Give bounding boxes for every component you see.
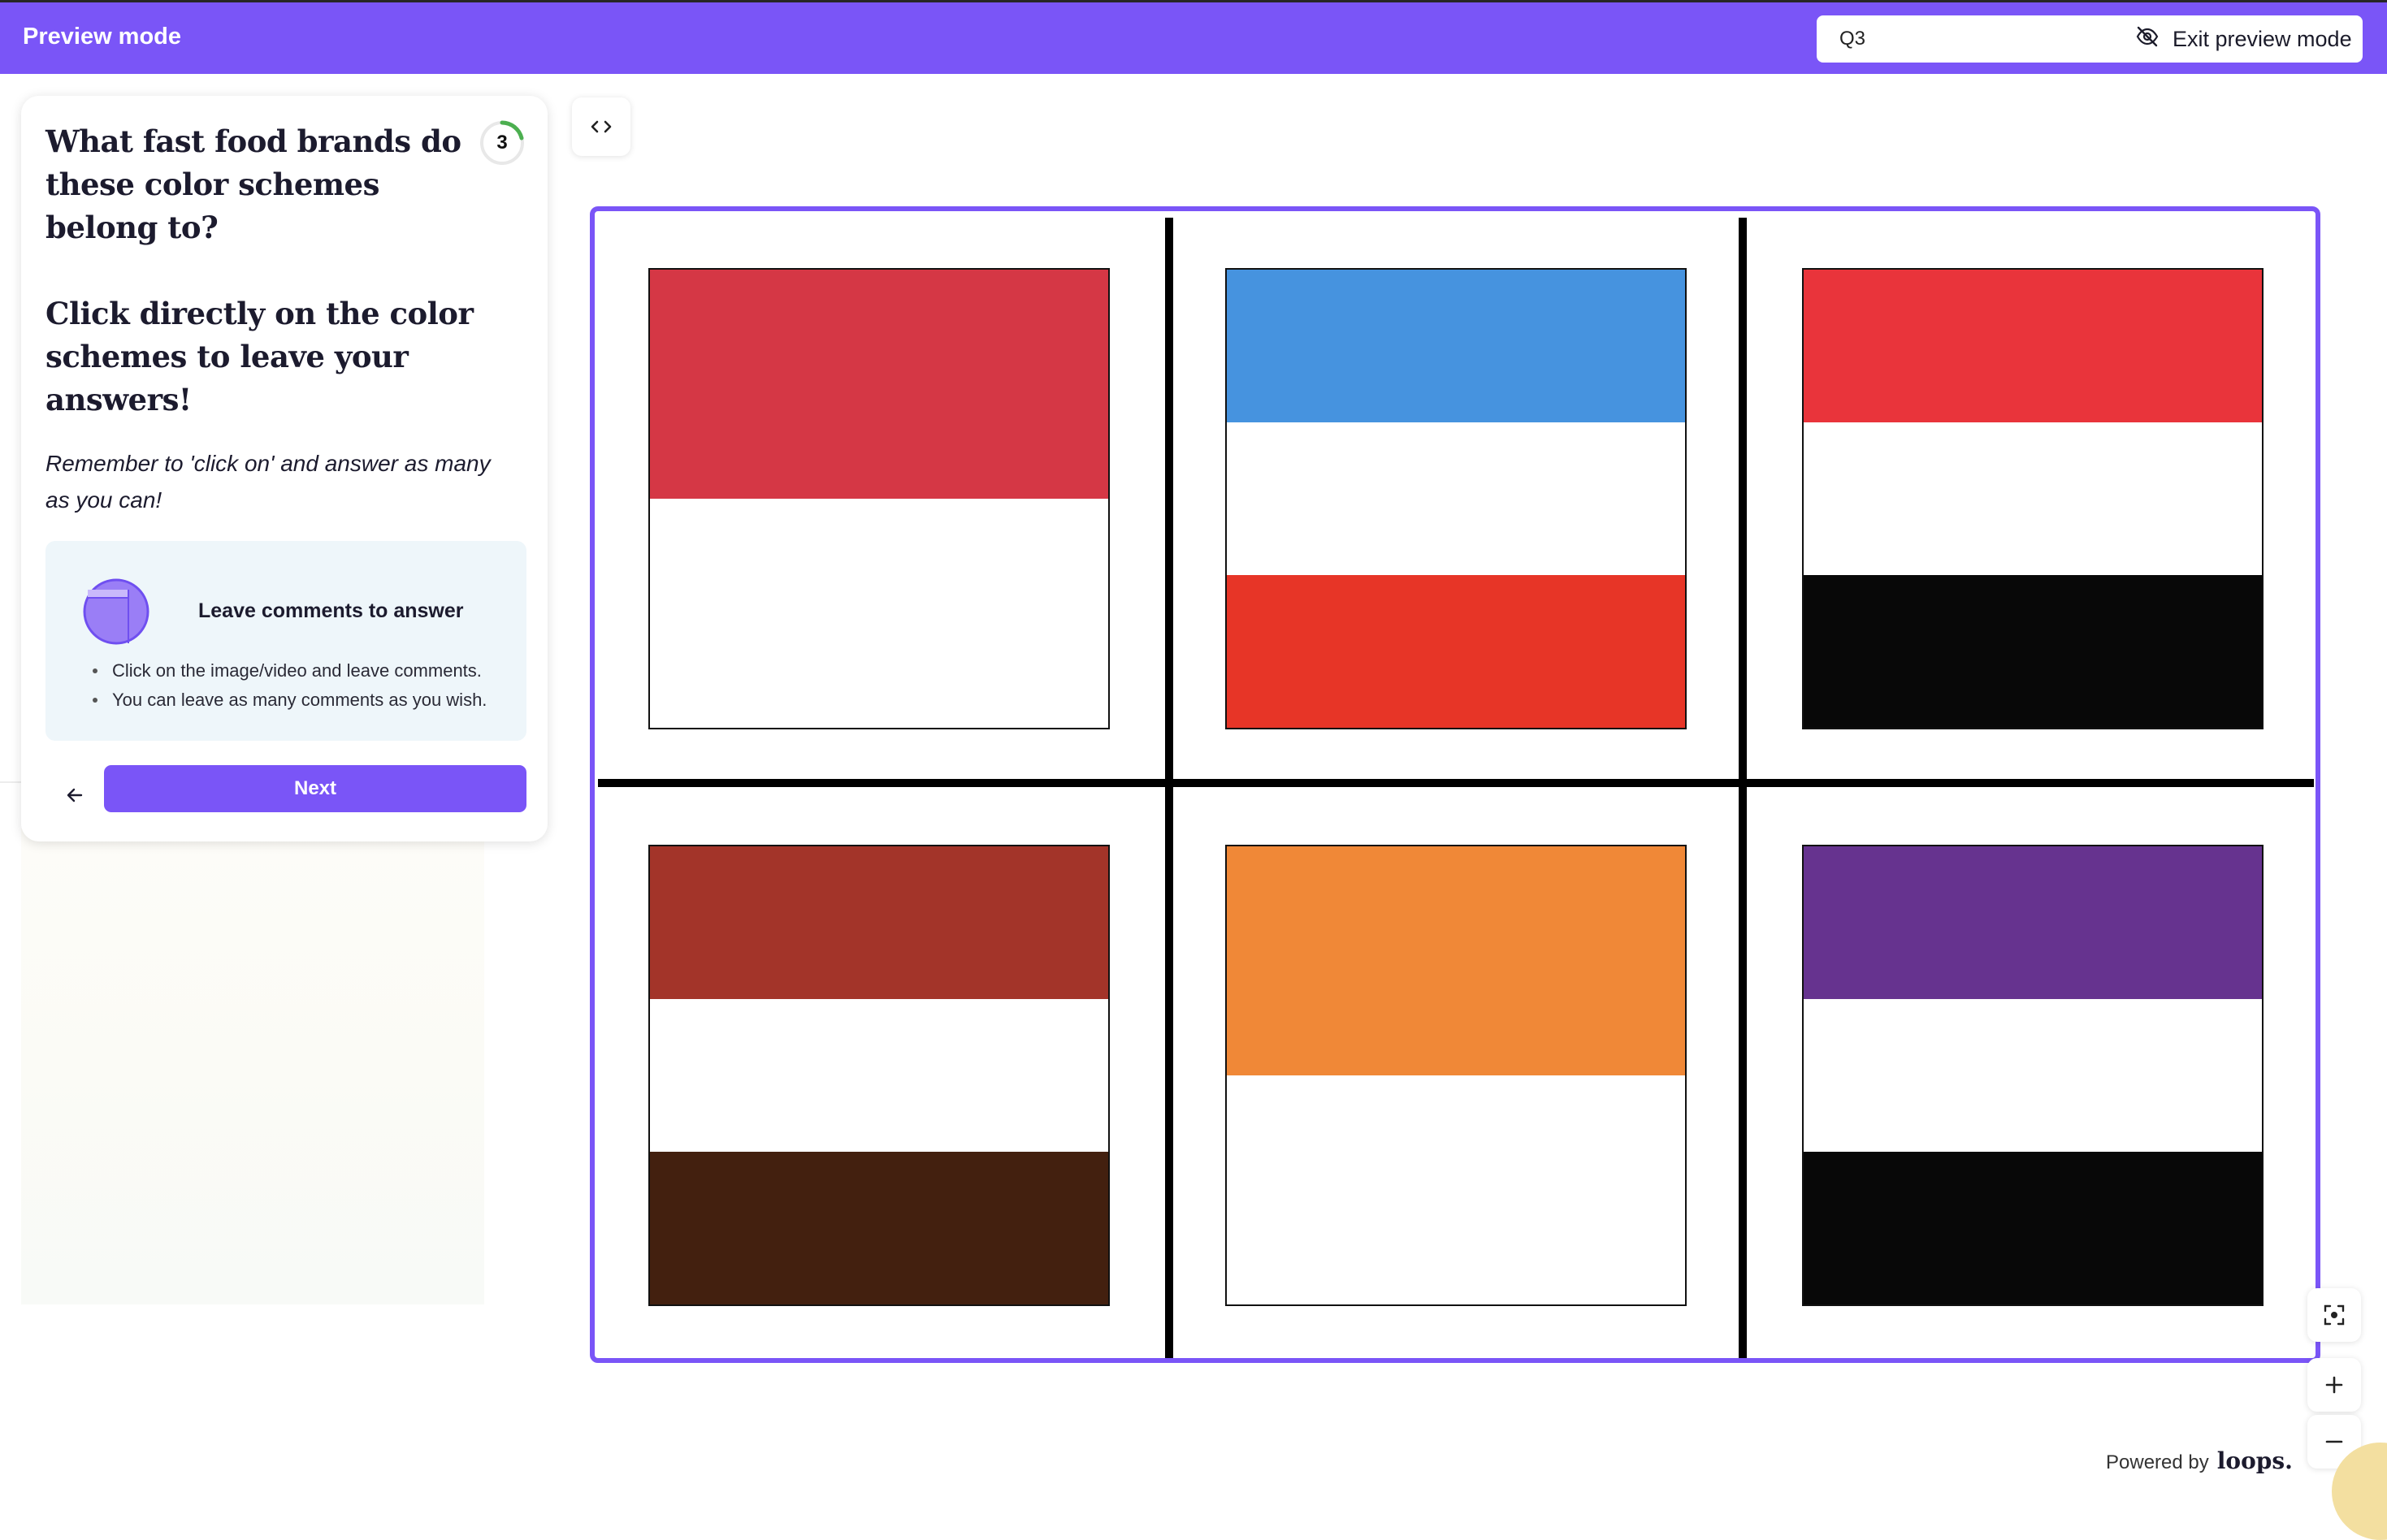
color-scheme[interactable]	[1225, 268, 1687, 729]
eye-off-icon	[2135, 24, 2160, 54]
question-select-value: Q3	[1839, 28, 1866, 50]
question-instructions: Click directly on the color schemes to l…	[45, 296, 474, 417]
focus-icon	[2324, 1304, 2345, 1326]
color-band	[1804, 1152, 2262, 1304]
next-button[interactable]: Next	[104, 765, 526, 812]
color-band	[1227, 270, 1685, 422]
color-band	[650, 499, 1108, 728]
powered-by-label: Powered by	[2106, 1451, 2209, 1473]
divider	[0, 781, 21, 783]
color-band	[1227, 846, 1685, 1075]
plus-icon	[2325, 1376, 2343, 1394]
color-band	[650, 270, 1108, 499]
color-scheme[interactable]	[1802, 268, 2264, 729]
hint-list: Click on the image/video and leave comme…	[93, 656, 487, 715]
comment-hint-box: Leave comments to answer Click on the im…	[45, 541, 526, 741]
minus-icon	[2325, 1440, 2343, 1443]
color-band	[1804, 422, 2262, 575]
color-scheme[interactable]	[648, 268, 1110, 729]
grid-divider	[1739, 218, 1747, 1358]
loops-logo: loops.	[2216, 1447, 2293, 1474]
color-scheme[interactable]	[1225, 845, 1687, 1306]
comment-illustration-icon	[83, 578, 149, 649]
color-band	[650, 846, 1108, 999]
color-scheme[interactable]	[1802, 845, 2264, 1306]
image-stage[interactable]	[590, 206, 2320, 1363]
zoom-in-button[interactable]	[2307, 1358, 2361, 1412]
color-band	[1227, 575, 1685, 728]
question-card: What fast food brands do these color sch…	[21, 96, 548, 841]
color-band	[1804, 575, 2262, 728]
question-number: 3	[496, 132, 508, 154]
hint-item: Click on the image/video and leave comme…	[93, 656, 487, 686]
sidebar-background	[21, 828, 484, 1304]
question-note: Remember to 'click on' and answer as man…	[45, 451, 491, 513]
arrow-left-icon	[67, 788, 83, 802]
question-progress-badge: 3	[478, 119, 526, 167]
preview-mode-title: Preview mode	[23, 24, 182, 50]
exit-preview-label: Exit preview mode	[2173, 26, 2352, 51]
exit-preview-button[interactable]: Exit preview mode	[2121, 15, 2363, 63]
powered-by: Powered by loops.	[2106, 1447, 2293, 1474]
color-scheme[interactable]	[648, 845, 1110, 1306]
question-title: What fast food brands do these color sch…	[45, 123, 461, 245]
collapse-panel-button[interactable]	[572, 97, 630, 156]
back-button[interactable]	[57, 772, 93, 819]
code-brackets-icon	[591, 120, 612, 133]
grid-divider	[598, 779, 2314, 787]
question-select[interactable]: Q3	[1817, 15, 2151, 63]
color-band	[1227, 422, 1685, 575]
color-band	[1804, 270, 2262, 422]
color-band	[1804, 846, 2262, 999]
color-band	[650, 1152, 1108, 1304]
hint-title: Leave comments to answer	[198, 599, 464, 622]
grid-divider	[1165, 218, 1173, 1358]
hint-item: You can leave as many comments as you wi…	[93, 686, 487, 715]
color-band	[1227, 1075, 1685, 1304]
preview-topbar: Preview mode Q3 Exit preview mode	[0, 0, 2387, 74]
fit-to-screen-button[interactable]	[2307, 1288, 2361, 1342]
color-band	[650, 999, 1108, 1152]
color-band	[1804, 999, 2262, 1152]
